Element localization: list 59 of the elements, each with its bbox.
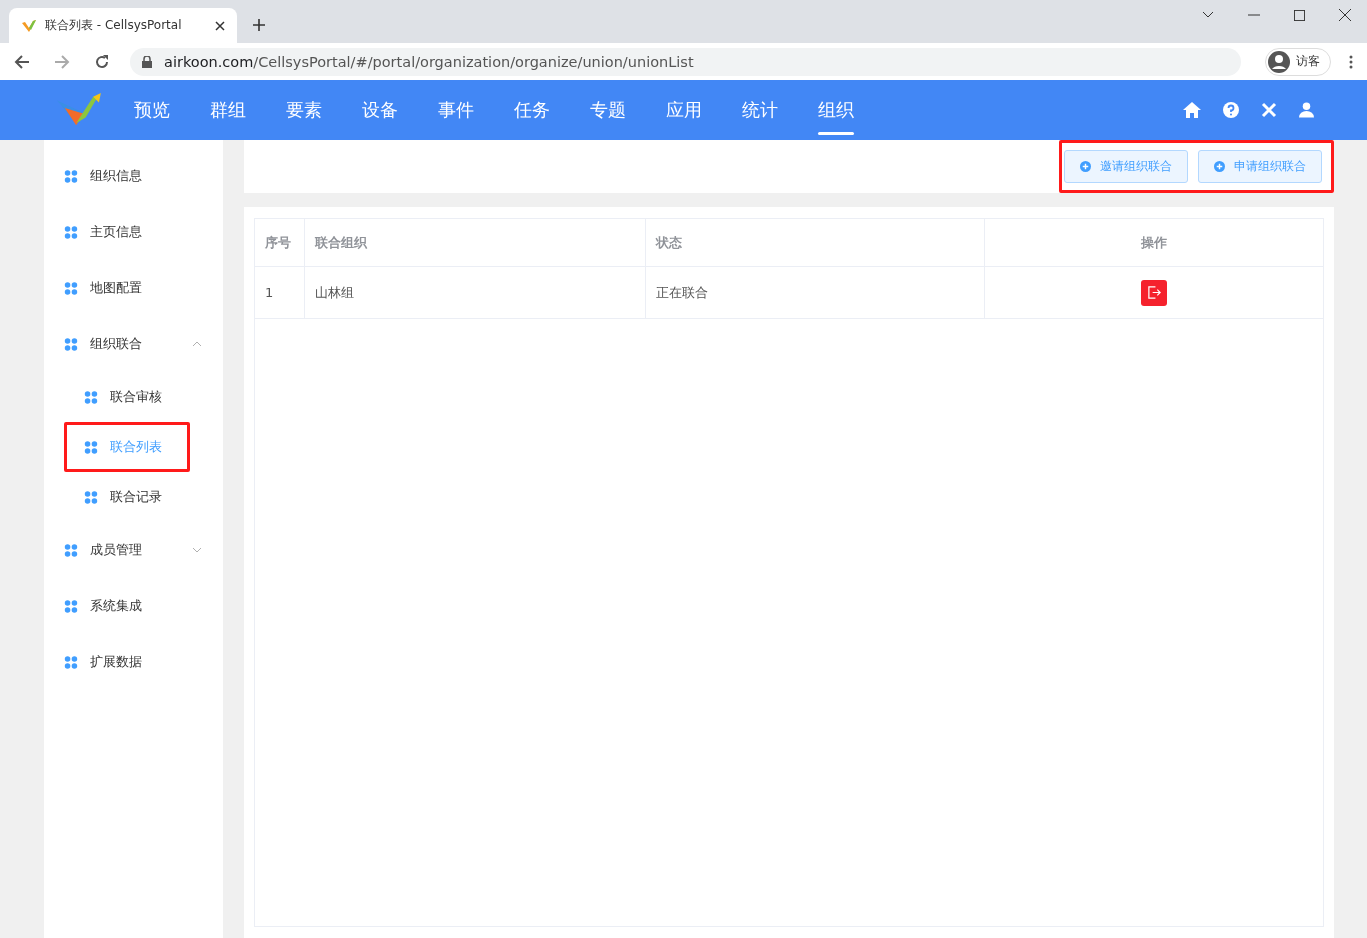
grid-icon <box>84 440 98 454</box>
plus-icon[interactable] <box>253 19 265 31</box>
nav-tab[interactable]: 事件 <box>438 80 474 140</box>
nav-tab[interactable]: 任务 <box>514 80 550 140</box>
grid-icon <box>64 599 78 613</box>
sidebar-item[interactable]: 系统集成 <box>44 578 223 634</box>
nav-tab[interactable]: 群组 <box>210 80 246 140</box>
grid-icon <box>64 225 78 239</box>
more-icon[interactable] <box>1349 54 1353 69</box>
table-cell: 山林组 <box>305 267 646 318</box>
grid-icon <box>64 543 78 557</box>
browser-tab[interactable]: 联合列表 - CellsysPortal <box>9 8 237 43</box>
grid-icon <box>64 337 78 351</box>
exit-button[interactable] <box>1141 279 1167 306</box>
sidebar-subitem[interactable]: 联合审核 <box>67 388 162 406</box>
back-icon[interactable] <box>14 53 30 70</box>
grid-icon <box>84 390 98 404</box>
reload-icon[interactable] <box>94 53 110 70</box>
column-header: 联合组织 <box>305 219 646 266</box>
lock-icon <box>142 55 152 68</box>
nav-tab[interactable]: 要素 <box>286 80 322 140</box>
grid-icon <box>84 490 98 504</box>
tab-title: 联合列表 - CellsysPortal <box>45 17 183 34</box>
nav-tab[interactable]: 组织 <box>818 80 854 140</box>
column-header: 状态 <box>646 219 985 266</box>
nav-tab[interactable]: 设备 <box>362 80 398 140</box>
table-cell: 1 <box>255 267 305 318</box>
plus-circle-icon <box>1080 161 1091 172</box>
chevron-down-icon[interactable] <box>1202 11 1214 19</box>
column-header: 操作 <box>1140 233 1168 252</box>
sidebar-item[interactable]: 成员管理 <box>44 522 223 578</box>
sidebar-item[interactable]: 地图配置 <box>44 260 223 316</box>
sidebar-subitem[interactable]: 联合记录 <box>67 488 162 506</box>
plus-circle-icon <box>1214 161 1225 172</box>
grid-icon <box>64 281 78 295</box>
nav-tab[interactable]: 专题 <box>590 80 626 140</box>
nav-tab[interactable]: 统计 <box>742 80 778 140</box>
home-icon[interactable] <box>1183 102 1201 118</box>
maximize-icon[interactable] <box>1294 9 1305 21</box>
close-icon[interactable] <box>1339 9 1351 21</box>
logo-icon <box>21 17 37 34</box>
sidebar-item[interactable]: 组织信息 <box>44 148 223 204</box>
help-icon[interactable] <box>1223 102 1239 118</box>
address-field[interactable]: airkoon.com/CellsysPortal/#/portal/organization/organize/union/unionList <box>130 47 1241 76</box>
grid-icon <box>64 655 78 669</box>
user-icon[interactable] <box>1299 102 1314 118</box>
sidebar-item[interactable]: 组织联合 <box>44 316 223 372</box>
close-icon[interactable] <box>215 20 225 31</box>
sidebar-item[interactable]: 主页信息 <box>44 204 223 260</box>
add-button[interactable]: 邀请组织联合 <box>1064 150 1188 183</box>
table-cell: 正在联合 <box>646 267 985 318</box>
grid-icon <box>64 169 78 183</box>
nav-tab[interactable]: 应用 <box>666 80 702 140</box>
nav-tab[interactable]: 预览 <box>134 80 170 140</box>
column-header: 序号 <box>255 219 305 266</box>
add-button[interactable]: 申请组织联合 <box>1198 150 1322 183</box>
exit-icon <box>1146 285 1162 300</box>
sidebar-item[interactable]: 扩展数据 <box>44 634 223 690</box>
avatar-icon <box>1268 50 1290 73</box>
